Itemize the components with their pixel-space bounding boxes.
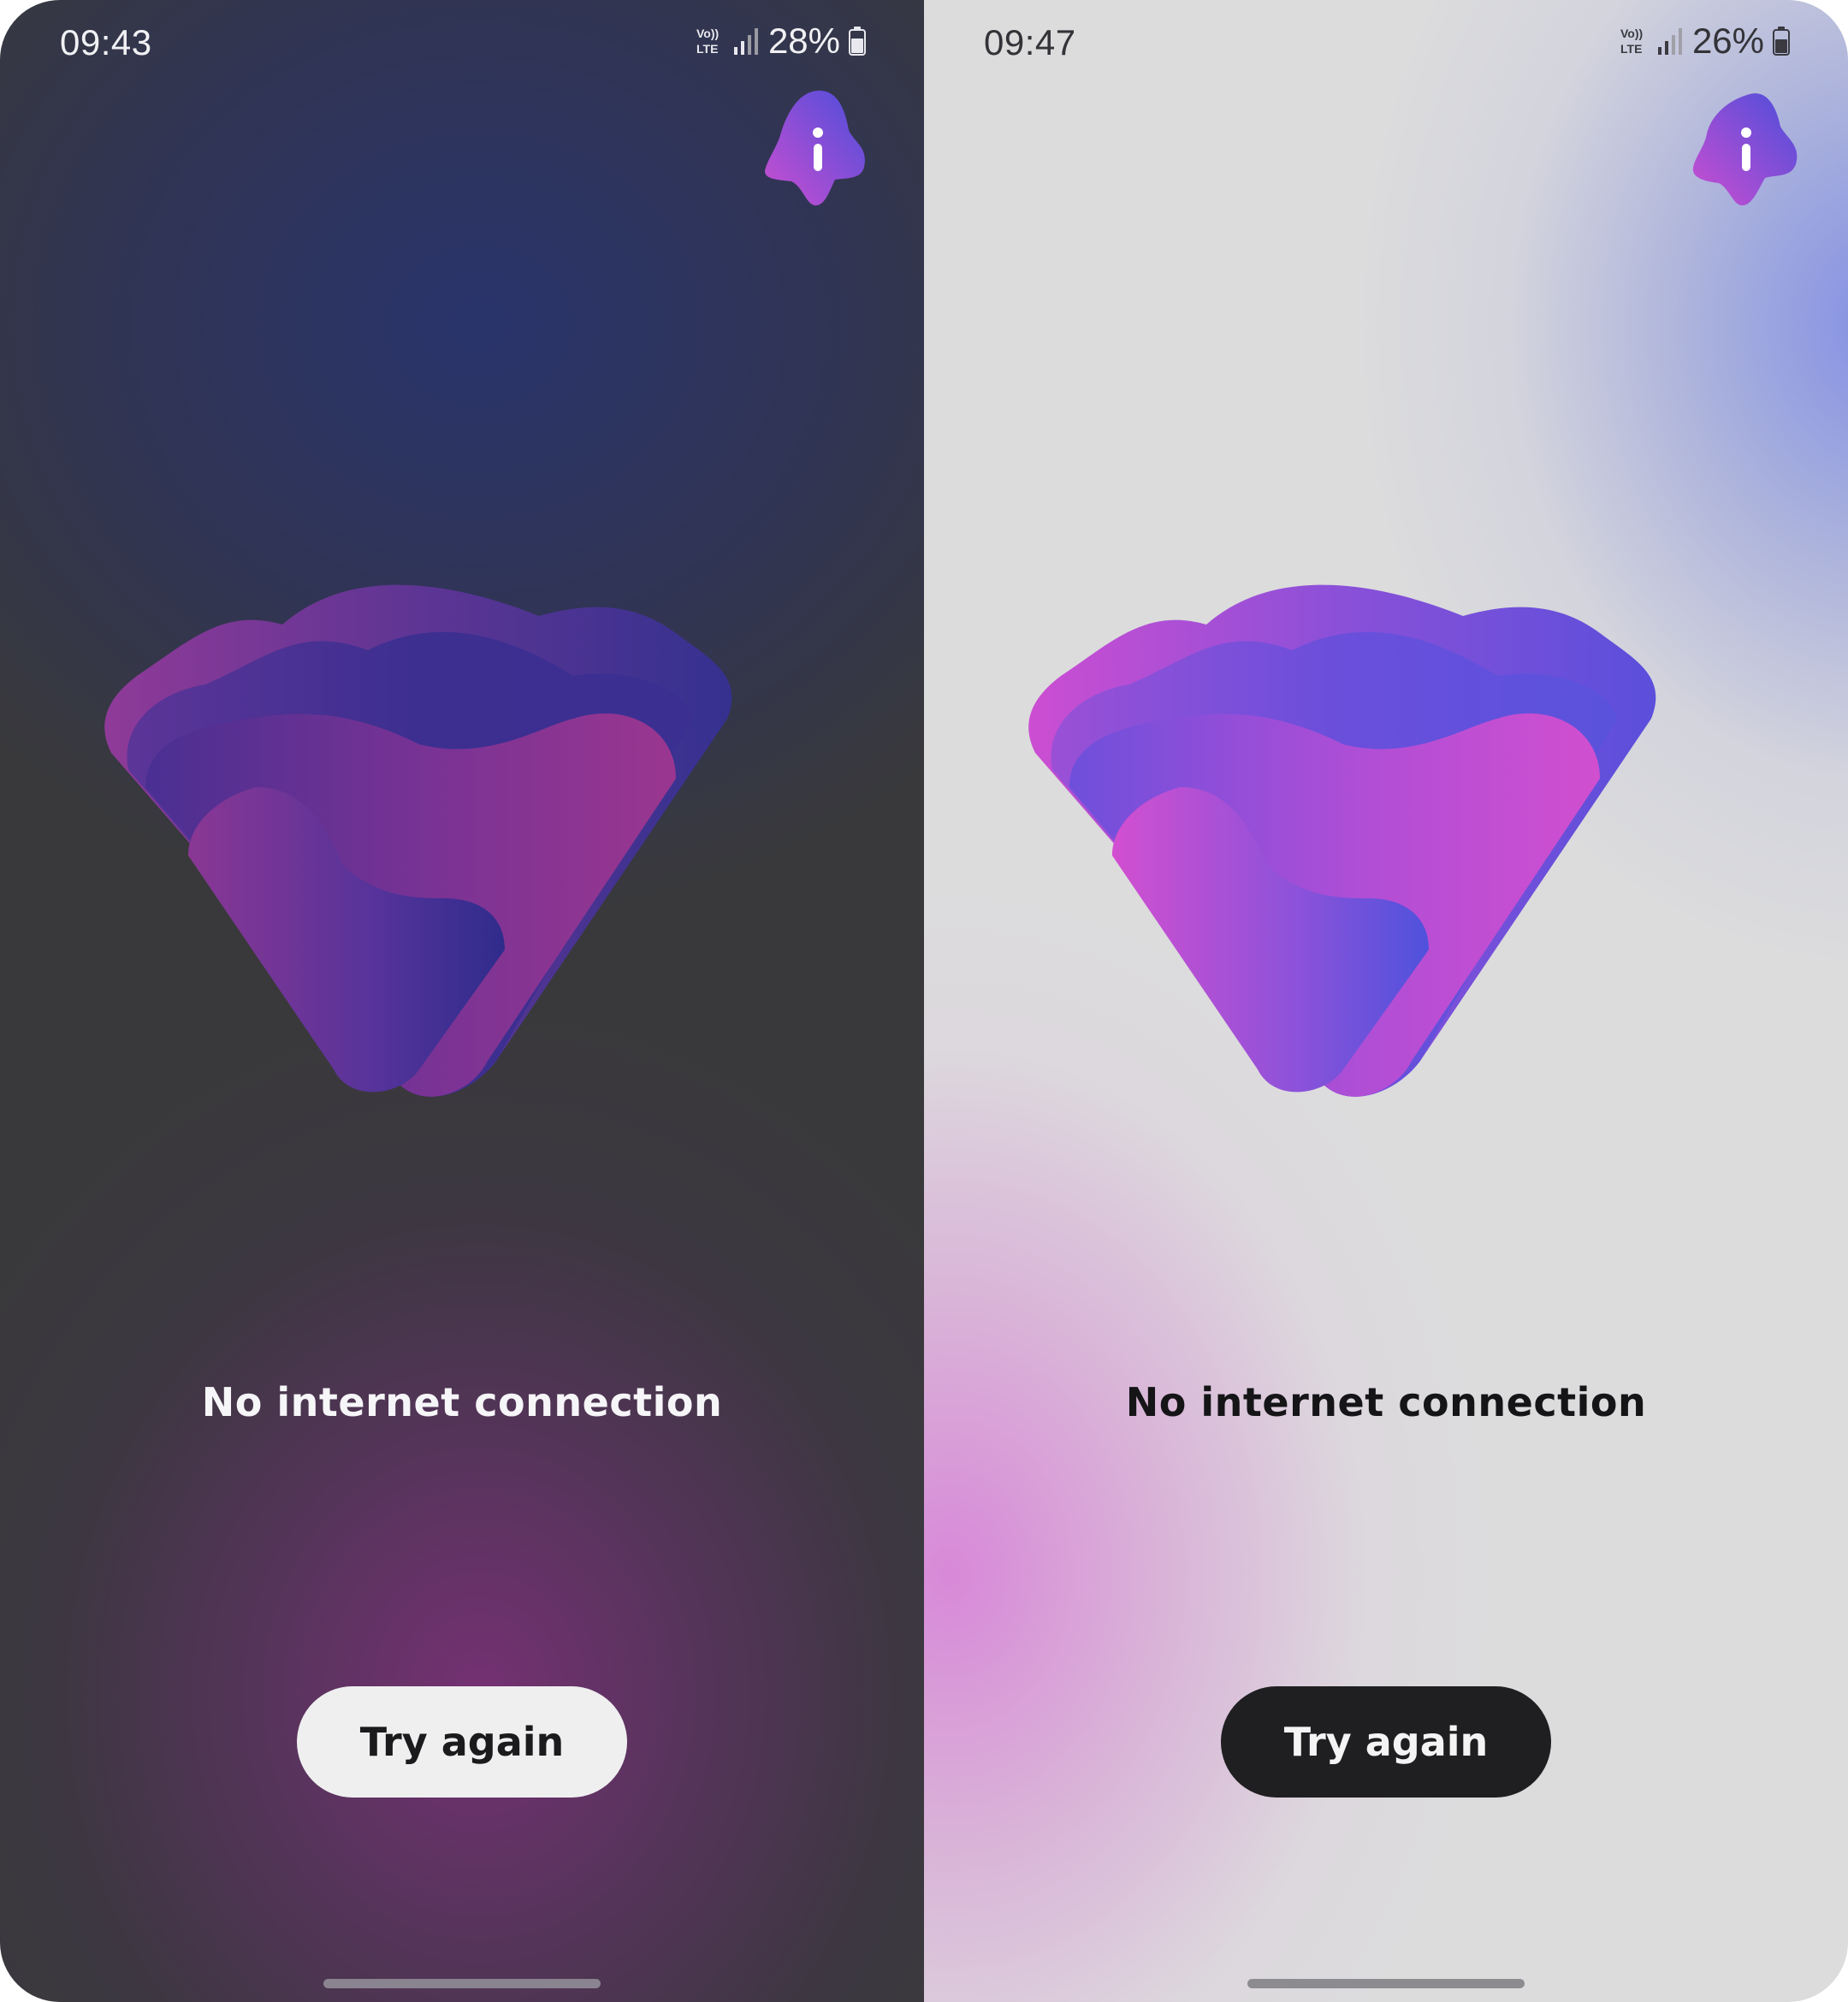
svg-text:LTE: LTE	[1620, 42, 1642, 56]
status-bar: 09:43 Vo)) LTE 28%	[0, 0, 924, 86]
svg-text:LTE: LTE	[696, 42, 718, 56]
battery-icon	[849, 27, 866, 56]
status-bar: 09:47 Vo)) LTE 26%	[924, 0, 1848, 86]
volte-icon: Vo)) LTE	[696, 27, 719, 56]
heart-wifi-logo	[1028, 584, 1656, 1097]
volte-icon: Vo)) LTE	[1620, 27, 1643, 56]
home-indicator[interactable]	[323, 1979, 601, 1988]
try-again-button[interactable]: Try again	[1221, 1686, 1551, 1798]
home-indicator[interactable]	[1247, 1979, 1525, 1988]
status-icons: Vo)) LTE 26%	[1619, 21, 1790, 62]
error-message: No internet connection	[1125, 1379, 1647, 1425]
comparison-canvas: 09:43 Vo)) LTE 28% No internet connectio…	[0, 0, 1848, 2002]
svg-text:Vo)): Vo))	[1620, 27, 1643, 40]
info-blob-icon[interactable]	[753, 86, 881, 214]
info-blob-icon[interactable]	[1681, 86, 1810, 214]
signal-icon	[1657, 28, 1682, 55]
battery-icon	[1773, 27, 1790, 56]
status-time: 09:47	[984, 22, 1076, 62]
light-mode-screen: 09:47 Vo)) LTE 26% No internet connectio…	[924, 0, 1848, 2002]
status-icons: Vo)) LTE 28%	[695, 21, 866, 62]
status-time: 09:43	[60, 22, 152, 62]
battery-percent: 26%	[1691, 21, 1764, 61]
battery-percent: 28%	[767, 21, 840, 61]
dark-mode-screen: 09:43 Vo)) LTE 28% No internet connectio…	[0, 0, 924, 2002]
error-message: No internet connection	[201, 1379, 723, 1425]
svg-text:Vo)): Vo))	[696, 27, 719, 40]
try-again-button[interactable]: Try again	[297, 1686, 627, 1798]
signal-icon	[733, 28, 758, 55]
heart-wifi-logo	[104, 584, 732, 1097]
